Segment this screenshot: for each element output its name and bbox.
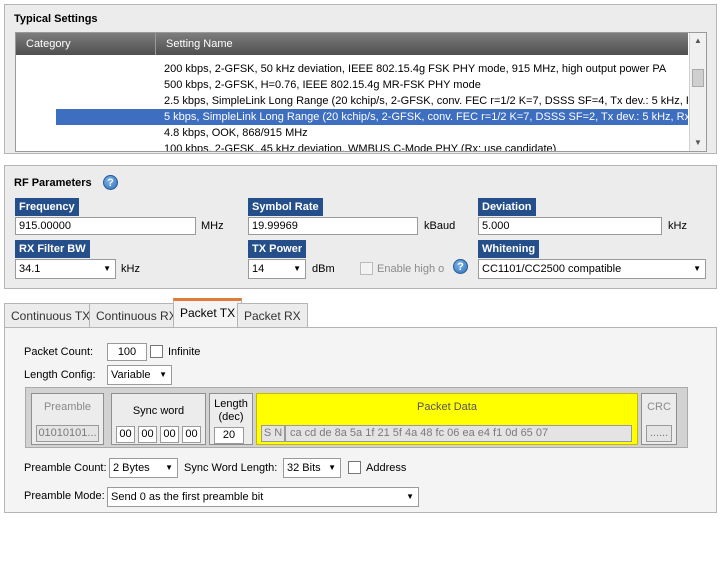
- packet-data-input[interactable]: ca cd de 8a 5a 1f 21 5f 4a 48 fc 06 ea e…: [285, 425, 632, 442]
- setting-row[interactable]: 4.8 kbps, OOK, 868/915 MHz: [161, 125, 688, 141]
- frequency-unit: MHz: [201, 220, 224, 232]
- sync-word-byte-input[interactable]: 00: [116, 426, 135, 443]
- typical-settings-panel: Typical Settings Category Setting Name 2…: [4, 4, 717, 154]
- frequency-label: Frequency: [15, 198, 79, 216]
- tx-power-select[interactable]: 14 ▼: [248, 259, 306, 279]
- scroll-thumb[interactable]: [692, 69, 704, 87]
- sync-word-byte-input[interactable]: 00: [160, 426, 179, 443]
- chevron-down-icon: ▼: [293, 264, 301, 273]
- rx-filter-bw-label: RX Filter BW: [15, 240, 90, 258]
- sync-word-byte-input[interactable]: 00: [138, 426, 157, 443]
- length-config-value: Variable: [111, 369, 151, 381]
- length-input[interactable]: 20: [214, 427, 244, 444]
- chevron-down-icon: ▼: [693, 264, 701, 273]
- rf-parameters-title: RF Parameters: [14, 177, 92, 189]
- length-config-label: Length Config:: [24, 369, 96, 381]
- setting-row[interactable]: 100 kbps, 2-GFSK, 45 kHz deviation, WMBU…: [161, 141, 688, 151]
- symbol-rate-label: Symbol Rate: [248, 198, 323, 216]
- scroll-up-icon[interactable]: ▲: [692, 35, 704, 47]
- tab-continuous-tx[interactable]: Continuous TX: [4, 303, 98, 328]
- symbol-rate-input[interactable]: 19.99969: [248, 217, 418, 235]
- chevron-down-icon: ▼: [406, 492, 414, 501]
- table-header: Category Setting Name: [16, 33, 688, 55]
- whitening-label: Whitening: [478, 240, 540, 258]
- packet-count-input[interactable]: 100: [107, 343, 147, 361]
- sync-word-length-label: Sync Word Length:: [184, 462, 278, 474]
- sequence-number-field: S N: [261, 425, 285, 442]
- column-header-category[interactable]: Category: [16, 33, 156, 55]
- chevron-down-icon: ▼: [165, 463, 173, 472]
- deviation-unit: kHz: [668, 220, 687, 232]
- preamble-count-label: Preamble Count:: [24, 462, 107, 474]
- tx-power-label: TX Power: [248, 240, 307, 258]
- preamble-value: 01010101...: [36, 425, 99, 442]
- rx-filter-bw-select[interactable]: 34.1 ▼: [15, 259, 116, 279]
- infinite-label: Infinite: [168, 346, 201, 358]
- address-label: Address: [366, 462, 407, 474]
- whitening-value: CC1101/CC2500 compatible: [482, 263, 622, 275]
- setting-row[interactable]: 2.5 kbps, SimpleLink Long Range (20 kchi…: [161, 93, 688, 109]
- help-icon[interactable]: ?: [453, 259, 468, 274]
- preamble-mode-label: Preamble Mode:: [24, 490, 105, 502]
- packet-data-box: Packet Data S N ca cd de 8a 5a 1f 21 5f …: [256, 393, 638, 445]
- chevron-down-icon: ▼: [159, 370, 167, 379]
- deviation-input[interactable]: 5.000: [478, 217, 662, 235]
- tx-power-unit: dBm: [312, 263, 335, 275]
- enable-high-output-label: Enable high o: [377, 263, 445, 275]
- setting-row[interactable]: 500 kbps, 2-GFSK, H=0.76, IEEE 802.15.4g…: [161, 77, 688, 93]
- sync-word-box: Sync word 00 00 00 00: [111, 393, 206, 445]
- enable-high-output-checkbox[interactable]: [360, 262, 373, 275]
- sync-word-length-value: 32 Bits: [287, 462, 321, 474]
- infinite-checkbox[interactable]: [150, 345, 163, 358]
- chevron-down-icon: ▼: [328, 463, 336, 472]
- preamble-box: Preamble 01010101...: [31, 393, 104, 445]
- typical-settings-title: Typical Settings: [14, 13, 98, 25]
- rx-filter-bw-value: 34.1: [19, 263, 41, 275]
- symbol-rate-unit: kBaud: [424, 220, 456, 232]
- sync-word-byte-input[interactable]: 00: [182, 426, 201, 443]
- typical-settings-table[interactable]: Category Setting Name 200 kbps, 2-GFSK, …: [15, 32, 707, 152]
- packet-diagram: Preamble 01010101... Sync word 00 00 00 …: [25, 387, 688, 448]
- preamble-count-select[interactable]: 2 Bytes ▼: [109, 458, 178, 478]
- preamble-mode-value: Send 0 as the first preamble bit: [111, 491, 264, 503]
- column-header-setting-name[interactable]: Setting Name: [156, 33, 688, 55]
- crc-title: CRC: [647, 401, 671, 413]
- tx-power-value: 14: [252, 263, 265, 275]
- preamble-count-value: 2 Bytes: [113, 462, 150, 474]
- preamble-mode-select[interactable]: Send 0 as the first preamble bit ▼: [107, 487, 419, 507]
- length-title: Length (dec): [214, 398, 248, 423]
- crc-box: CRC ......: [641, 393, 677, 445]
- frequency-input[interactable]: 915.00000: [15, 217, 196, 235]
- help-icon[interactable]: ?: [103, 175, 118, 190]
- address-checkbox[interactable]: [348, 461, 361, 474]
- deviation-label: Deviation: [478, 198, 536, 216]
- whitening-select[interactable]: CC1101/CC2500 compatible ▼: [478, 259, 706, 279]
- length-config-select[interactable]: Variable ▼: [107, 365, 172, 385]
- sync-word-length-select[interactable]: 32 Bits ▼: [283, 458, 341, 478]
- rf-parameters-panel: RF Parameters ? Frequency 915.00000 MHz …: [4, 165, 717, 289]
- preamble-title: Preamble: [43, 401, 92, 413]
- setting-row-selected[interactable]: 5 kbps, SimpleLink Long Range (20 kchip/…: [56, 109, 688, 125]
- vertical-scrollbar[interactable]: ▲ ▼: [689, 33, 706, 151]
- chevron-down-icon: ▼: [103, 264, 111, 273]
- tab-packet-tx[interactable]: Packet TX: [173, 298, 243, 328]
- length-box: Length (dec) 20: [209, 393, 253, 445]
- sync-word-title: Sync word: [132, 405, 185, 417]
- packet-count-label: Packet Count:: [24, 346, 94, 358]
- scroll-down-icon[interactable]: ▼: [692, 137, 704, 149]
- packet-data-title: Packet Data: [417, 401, 477, 413]
- crc-value: ......: [646, 425, 672, 442]
- tab-continuous-rx[interactable]: Continuous RX: [89, 303, 184, 328]
- rx-filter-bw-unit: kHz: [121, 263, 140, 275]
- tab-packet-rx[interactable]: Packet RX: [237, 303, 308, 328]
- setting-row[interactable]: 200 kbps, 2-GFSK, 50 kHz deviation, IEEE…: [161, 61, 688, 77]
